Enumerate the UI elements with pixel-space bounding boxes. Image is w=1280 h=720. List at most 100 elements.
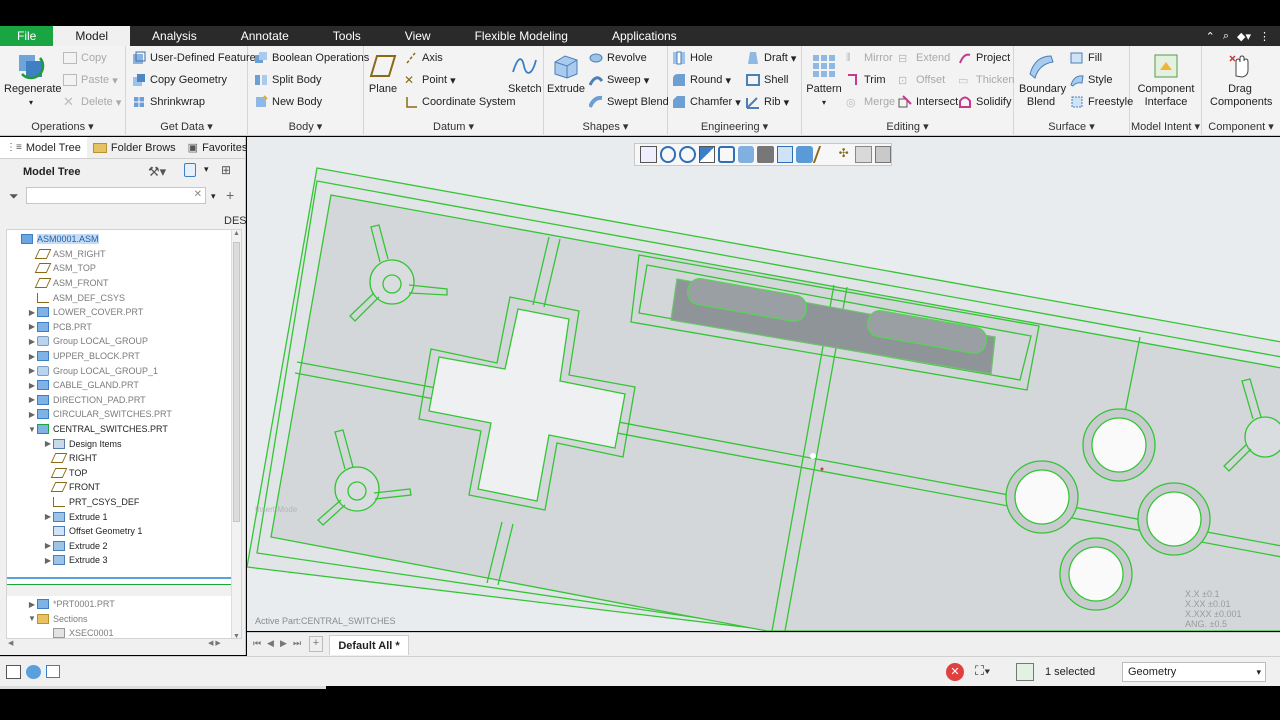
expand-icon[interactable]: ▶ (27, 410, 37, 419)
intersect-button[interactable]: Intersect (898, 93, 958, 111)
fullscreen-icon[interactable] (46, 665, 60, 678)
tree-item[interactable]: FRONT (7, 480, 231, 495)
component-group-label[interactable]: Component ▾ (1202, 120, 1280, 133)
tree-item[interactable]: ▶ DIRECTION_PAD.PRT (7, 393, 231, 408)
axis-button[interactable]: Axis (404, 49, 443, 67)
boolean-operations-button[interactable]: Boolean Operations (254, 49, 369, 67)
expand-icon[interactable]: ▶ (27, 322, 37, 331)
pattern-button[interactable]: Pattern ▾ (804, 52, 844, 109)
tree-item[interactable]: ▶ Extrude 2 (7, 539, 231, 554)
tree-item[interactable]: ▶ LOWER_COVER.PRT (7, 305, 231, 320)
shell-button[interactable]: Shell (746, 71, 788, 89)
collapse-icon[interactable]: ▼ (27, 425, 37, 434)
tree-item[interactable]: ▶ Extrude 1 (7, 509, 231, 524)
collapse-icon[interactable]: ▼ (27, 614, 37, 623)
collapse-ribbon-icon[interactable]: ⌃ (1206, 30, 1215, 43)
model-geometry[interactable] (247, 137, 1280, 631)
tree-item[interactable]: Offset Geometry 1 (7, 524, 231, 539)
scroll-left-icon[interactable]: ◀ (8, 639, 13, 647)
tab-model[interactable]: Model (53, 26, 131, 46)
sketch-button[interactable]: Sketch (508, 52, 542, 96)
solidify-button[interactable]: Solidify (958, 93, 1011, 111)
graphics-viewport[interactable]: ✣ Insert Mode Active Part:CENTRAL_SWITCH… (247, 137, 1280, 631)
split-body-button[interactable]: Split Body (254, 71, 322, 89)
expand-icon[interactable]: ▶ (43, 541, 53, 550)
expand-icon[interactable]: ▶ (27, 352, 37, 361)
expand-icon[interactable]: ▶ (43, 512, 53, 521)
project-button[interactable]: Project (958, 49, 1010, 67)
tree-item[interactable]: PRT_CSYS_DEF (7, 495, 231, 510)
editing-group-label[interactable]: Editing ▾ (802, 120, 1013, 133)
tree-filter-columns-icon[interactable]: ⊞ (221, 163, 231, 177)
body-group-label[interactable]: Body ▾ (248, 120, 363, 133)
tree-item[interactable]: ▶ Group LOCAL_GROUP_1 (7, 363, 231, 378)
selection-filter-icon[interactable] (874, 146, 892, 163)
get-data-group-label[interactable]: Get Data ▾ (126, 120, 247, 133)
refit-icon[interactable] (640, 146, 657, 163)
surface-group-label[interactable]: Surface ▾ (1014, 120, 1129, 133)
perspective-icon[interactable] (776, 146, 794, 163)
freestyle-button[interactable]: Freestyle (1070, 93, 1133, 111)
last-tab-icon[interactable]: ⏭ (293, 638, 301, 649)
merge-button[interactable]: ◎ Merge (846, 93, 895, 111)
mirror-button[interactable]: ⫴ Mirror (846, 49, 893, 67)
trim-button[interactable]: Trim (846, 71, 886, 89)
tree-item[interactable]: XSEC0001 (7, 626, 231, 638)
drag-components-button[interactable]: Drag Components (1206, 52, 1274, 109)
extrude-button[interactable]: Extrude (547, 52, 585, 96)
circular-switch-1[interactable] (1082, 408, 1156, 482)
shrinkwrap-button[interactable]: Shrinkwrap (132, 93, 205, 111)
find-icon[interactable]: ⛶▾ (975, 663, 990, 679)
revolve-button[interactable]: Revolve (589, 49, 647, 67)
circular-switch-2[interactable] (1005, 460, 1079, 534)
add-column-icon[interactable]: + (226, 187, 234, 203)
rib-button[interactable]: Rib ▾ (746, 93, 789, 111)
component-interface-button[interactable]: Component Interface (1132, 52, 1200, 109)
scroll-up-icon[interactable]: ▲ (232, 230, 241, 237)
shapes-group-label[interactable]: Shapes ▾ (544, 120, 667, 133)
circular-switch-4[interactable] (1059, 537, 1133, 611)
fill-button[interactable]: Fill (1070, 49, 1102, 67)
spin-center-icon[interactable] (854, 146, 872, 163)
tree-item[interactable]: ▶ CIRCULAR_SWITCHES.PRT (7, 407, 231, 422)
clear-search-icon[interactable]: ✕ (194, 189, 202, 200)
tree-item[interactable]: ASM_FRONT (7, 276, 231, 291)
model-tree-toggle-icon[interactable] (6, 665, 21, 679)
operations-group-label[interactable]: Operations ▾ (0, 120, 125, 133)
expand-icon[interactable]: ▶ (27, 308, 37, 317)
paste-button[interactable]: Paste ▾ (63, 71, 118, 89)
show-icon[interactable] (184, 163, 196, 177)
search-icon[interactable]: ⌕ (1223, 30, 1229, 43)
tree-item[interactable]: RIGHT (7, 451, 231, 466)
tree-item[interactable]: ▶ Design Items (7, 436, 231, 451)
plane-button[interactable]: Plane (366, 52, 400, 96)
datum-display-icon[interactable] (812, 146, 836, 163)
expand-icon[interactable]: ▶ (43, 439, 53, 448)
annotation-display-icon[interactable]: ✣ (835, 146, 851, 163)
more-icon[interactable]: ⋮ (1259, 30, 1270, 43)
tree-item[interactable]: ▶ Extrude 3 (7, 553, 231, 568)
tree-settings-icon[interactable]: ⚒▾ (148, 164, 166, 180)
tab-flexible-modeling[interactable]: Flexible Modeling (453, 26, 590, 46)
tab-view[interactable]: View (383, 26, 453, 46)
next-tab-icon[interactable]: ▶ (280, 638, 287, 649)
tab-analysis[interactable]: Analysis (130, 26, 219, 46)
regenerate-button[interactable]: Regenerate ▾ (4, 52, 62, 109)
offset-button[interactable]: ⊡ Offset (898, 71, 945, 89)
tree-vertical-scrollbar[interactable]: ▲ ▼ (231, 230, 241, 638)
tree-item[interactable]: ASM0001.ASM (7, 232, 231, 247)
browser-toggle-icon[interactable] (26, 665, 41, 679)
scroll-right-icon[interactable]: ◀ ▶ (208, 639, 221, 647)
zoom-out-icon[interactable] (679, 146, 696, 163)
expand-icon[interactable]: ▶ (43, 556, 53, 565)
tree-item[interactable]: ▶ UPPER_BLOCK.PRT (7, 349, 231, 364)
copy-button[interactable]: Copy (63, 49, 107, 67)
engineering-group-label[interactable]: Engineering ▾ (668, 120, 801, 133)
tree-item[interactable]: ASM_DEF_CSYS (7, 290, 231, 305)
copy-geometry-button[interactable]: Copy Geometry (132, 71, 227, 89)
coordinate-system-button[interactable]: Coordinate System (404, 93, 516, 111)
saved-orientations-icon[interactable] (737, 146, 755, 163)
style-button[interactable]: Style (1070, 71, 1112, 89)
model-intent-group-label[interactable]: Model Intent ▾ (1130, 120, 1201, 133)
filter-dropdown-icon[interactable]: ▾ (211, 191, 216, 202)
